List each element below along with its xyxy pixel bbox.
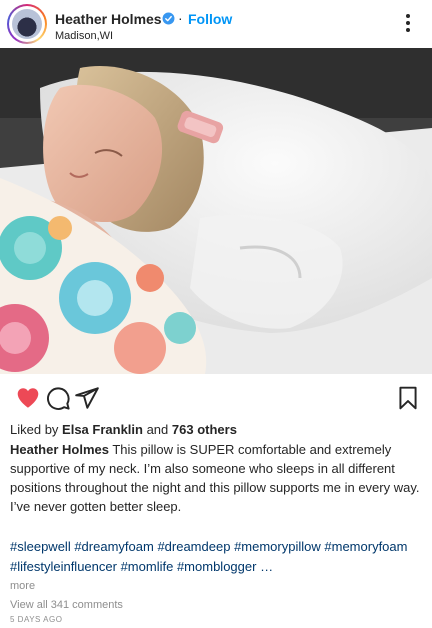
hashtag[interactable]: #dreamyfoam (74, 539, 153, 554)
hashtag[interactable]: #momblogger (177, 559, 257, 574)
hashtag[interactable]: #sleepwell (10, 539, 71, 554)
post-actions (0, 378, 432, 418)
more-options-icon[interactable] (400, 12, 416, 34)
liked-by-user[interactable]: Elsa Franklin (62, 422, 143, 437)
comment-icon[interactable] (45, 385, 71, 411)
post-photo[interactable] (0, 48, 432, 374)
verified-badge-icon (162, 12, 175, 25)
avatar-image (9, 6, 45, 42)
likes-count[interactable]: 763 others (172, 422, 237, 437)
avatar[interactable] (7, 4, 47, 44)
view-all-comments-link[interactable]: View all 341 comments (10, 599, 123, 611)
location-link[interactable]: Madison,WI (55, 30, 113, 42)
hashtag[interactable]: #momlife (121, 559, 174, 574)
post-timestamp: 5 DAYS AGO (10, 615, 63, 624)
post-caption: Heather Holmes This pillow is SUPER comf… (10, 440, 424, 516)
likes-summary[interactable]: Liked by Elsa Franklin and 763 others (10, 422, 237, 437)
hashtag-list: #sleepwell #dreamyfoam #dreamdeep #memor… (10, 537, 424, 577)
caption-author[interactable]: Heather Holmes (10, 442, 109, 457)
hashtag[interactable]: #memoryfoam (324, 539, 407, 554)
hashtag[interactable]: #memorypillow (234, 539, 321, 554)
likes-prefix: Liked by (10, 422, 63, 437)
heart-icon[interactable] (15, 385, 41, 411)
separator-dot: · (178, 10, 183, 26)
hashtag[interactable]: #lifestyleinfluencer (10, 559, 117, 574)
username[interactable]: Heather Holmes (55, 11, 162, 27)
hashtag[interactable]: #dreamdeep (157, 539, 230, 554)
share-icon[interactable] (74, 385, 100, 411)
likes-middle: and (142, 422, 172, 437)
post-header: Heather Holmes · Follow Madison,WI (0, 0, 432, 48)
bookmark-icon[interactable] (395, 385, 421, 411)
follow-button[interactable]: Follow (188, 11, 232, 27)
photo-illustration (0, 48, 432, 374)
caption-more-link[interactable]: more (10, 580, 35, 592)
hashtag-ellipsis: … (260, 559, 274, 574)
